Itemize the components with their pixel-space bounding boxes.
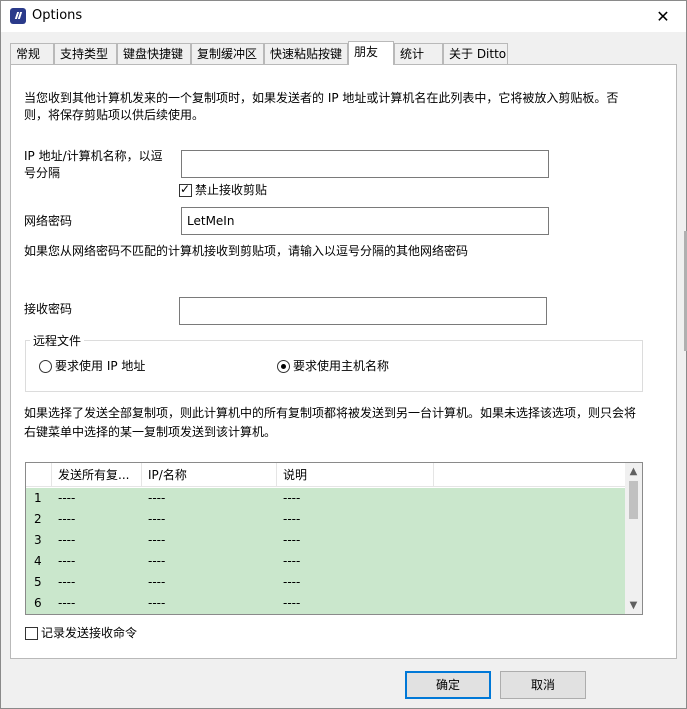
tab-about[interactable]: 关于 Ditto [443, 43, 508, 64]
cell-send-all: ---- [58, 491, 76, 505]
network-password-label: 网络密码 [24, 214, 73, 228]
options-window: Options ✕ 常规 支持类型 键盘快捷键 复制缓冲区 快速粘贴按键 朋友 … [0, 0, 687, 709]
cell-ip-name: ---- [148, 533, 166, 547]
cell-ip-name: ---- [148, 491, 166, 505]
tab-copy-buffers[interactable]: 复制缓冲区 [191, 43, 264, 64]
log-commands-checkbox[interactable] [25, 627, 38, 640]
remote-files-legend: 远程文件 [30, 333, 85, 349]
friends-table[interactable]: 发送所有复... IP/名称 说明 1 ---- ---- ---- 2 ---… [25, 462, 643, 615]
tab-stats[interactable]: 统计 [394, 43, 443, 64]
cell-description: ---- [283, 512, 301, 526]
receive-password-label: 接收密码 [24, 302, 73, 316]
tab-keyboard-shortcuts[interactable]: 键盘快捷键 [117, 43, 191, 64]
cell-send-all: ---- [58, 533, 76, 547]
column-header-description[interactable]: 说明 [277, 463, 434, 487]
table-row[interactable]: 1 ---- ---- ---- [26, 488, 626, 509]
table-header: 发送所有复... IP/名称 说明 [26, 463, 626, 487]
log-commands-label: 记录发送接收命令 [41, 626, 138, 640]
cancel-button[interactable]: 取消 [500, 671, 586, 699]
row-number: 2 [34, 512, 42, 526]
intro-text-line2: 则，将保存剪贴项以供后续使用。 [24, 108, 205, 122]
row-number: 4 [34, 554, 42, 568]
cell-ip-name: ---- [148, 554, 166, 568]
cell-description: ---- [283, 596, 301, 610]
window-title: Options [32, 8, 83, 23]
other-passwords-note: 如果您从网络密码不匹配的计算机接收到剪贴项，请输入以逗号分隔的其他网络密码 [24, 244, 469, 258]
ip-label-line2: 号分隔 [24, 166, 61, 180]
send-all-note-line1: 如果选择了发送全部复制项，则此计算机中的所有复制项都将被发送到另一台计算机。如果… [24, 406, 637, 420]
row-number: 1 [34, 491, 42, 505]
ip-address-input[interactable] [181, 150, 549, 178]
tab-general[interactable]: 常规 [10, 43, 54, 64]
table-row[interactable]: 6 ---- ---- ---- [26, 593, 626, 614]
title-bar: Options ✕ [1, 1, 686, 32]
receive-password-input[interactable] [179, 297, 547, 325]
cell-description: ---- [283, 533, 301, 547]
ok-button[interactable]: 确定 [405, 671, 491, 699]
cell-send-all: ---- [58, 596, 76, 610]
scroll-thumb[interactable] [629, 481, 638, 519]
cell-send-all: ---- [58, 575, 76, 589]
tab-friends[interactable]: 朋友 [348, 41, 394, 65]
cell-description: ---- [283, 554, 301, 568]
table-row[interactable]: 2 ---- ---- ---- [26, 509, 626, 530]
disable-receive-label: 禁止接收剪贴 [195, 183, 268, 197]
column-header-ip-name[interactable]: IP/名称 [142, 463, 277, 487]
ditto-app-icon [10, 8, 26, 24]
cell-description: ---- [283, 575, 301, 589]
row-number: 5 [34, 575, 42, 589]
scroll-up-arrow-icon[interactable]: ▲ [625, 463, 642, 480]
cell-send-all: ---- [58, 512, 76, 526]
require-hostname-radio[interactable] [277, 360, 290, 373]
require-ip-radio[interactable] [39, 360, 52, 373]
disable-receive-checkbox[interactable] [179, 182, 192, 197]
cell-send-all: ---- [58, 554, 76, 568]
tab-supported-types[interactable]: 支持类型 [54, 43, 117, 64]
require-ip-label: 要求使用 IP 地址 [55, 359, 146, 373]
tab-quick-paste-keys[interactable]: 快速粘贴按键 [264, 43, 348, 64]
send-all-note-line2: 右键菜单中选择的某一复制项发送到该计算机。 [24, 425, 277, 439]
scroll-down-arrow-icon[interactable]: ▼ [625, 597, 642, 614]
table-row[interactable]: 5 ---- ---- ---- [26, 572, 626, 593]
close-button[interactable]: ✕ [640, 1, 686, 32]
cell-ip-name: ---- [148, 596, 166, 610]
row-number: 3 [34, 533, 42, 547]
table-vertical-scrollbar[interactable]: ▲ ▼ [625, 463, 642, 614]
table-row[interactable]: 4 ---- ---- ---- [26, 551, 626, 572]
column-header-index[interactable] [26, 463, 52, 487]
cell-ip-name: ---- [148, 575, 166, 589]
require-hostname-label: 要求使用主机名称 [293, 359, 390, 373]
cell-ip-name: ---- [148, 512, 166, 526]
cell-description: ---- [283, 491, 301, 505]
table-row[interactable]: 3 ---- ---- ---- [26, 530, 626, 551]
row-number: 6 [34, 596, 42, 610]
column-header-send-all[interactable]: 发送所有复... [52, 463, 142, 487]
network-password-input[interactable]: LetMeIn [181, 207, 549, 235]
friends-panel: 当您收到其他计算机发来的一个复制项时，如果发送者的 IP 地址或计算机名在此列表… [10, 64, 677, 659]
